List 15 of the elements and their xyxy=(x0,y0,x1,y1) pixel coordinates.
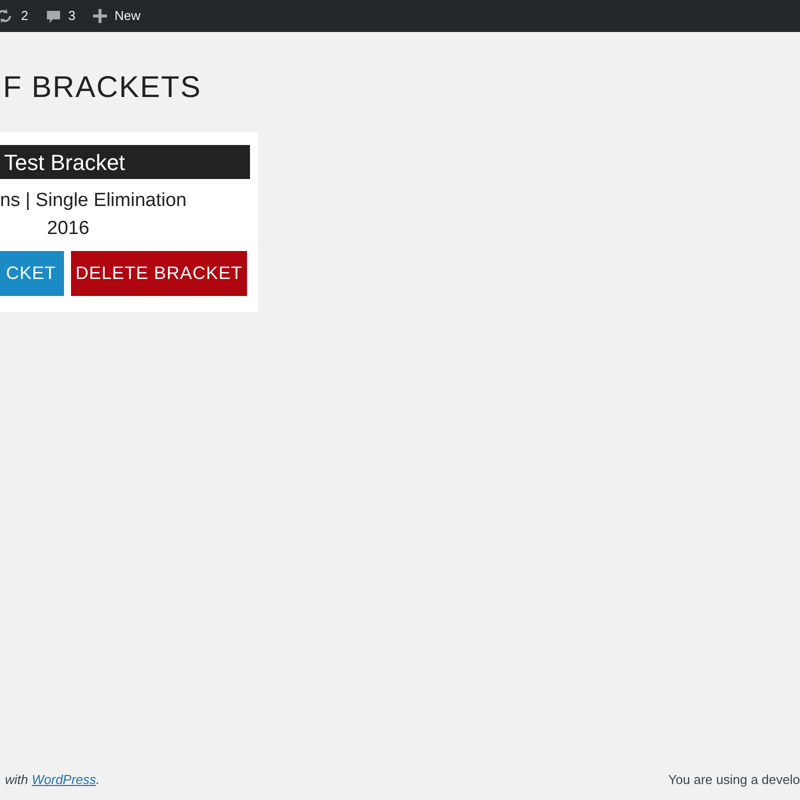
refresh-icon xyxy=(0,8,14,24)
admin-bar-item[interactable]: 3 xyxy=(46,6,76,26)
comment-icon xyxy=(46,8,62,24)
page-title: F BRACKETS xyxy=(3,70,202,106)
plus-icon xyxy=(93,9,108,23)
bracket-year: 2016 xyxy=(47,217,90,241)
bracket-meta: ns | Single Elimination xyxy=(0,189,188,213)
admin-bar-item[interactable]: 2 xyxy=(0,6,28,26)
delete-button[interactable]: DELETE BRACKET xyxy=(71,251,247,296)
version-note: You are using a develo xyxy=(668,770,800,789)
bracket-title: Test Bracket xyxy=(4,148,126,176)
footer-credit: with WordPress. xyxy=(5,770,100,788)
wordpress-link[interactable]: WordPress xyxy=(32,772,96,786)
admin-bar-item[interactable]: New xyxy=(93,6,140,26)
edit-button[interactable]: CKET xyxy=(0,251,64,296)
